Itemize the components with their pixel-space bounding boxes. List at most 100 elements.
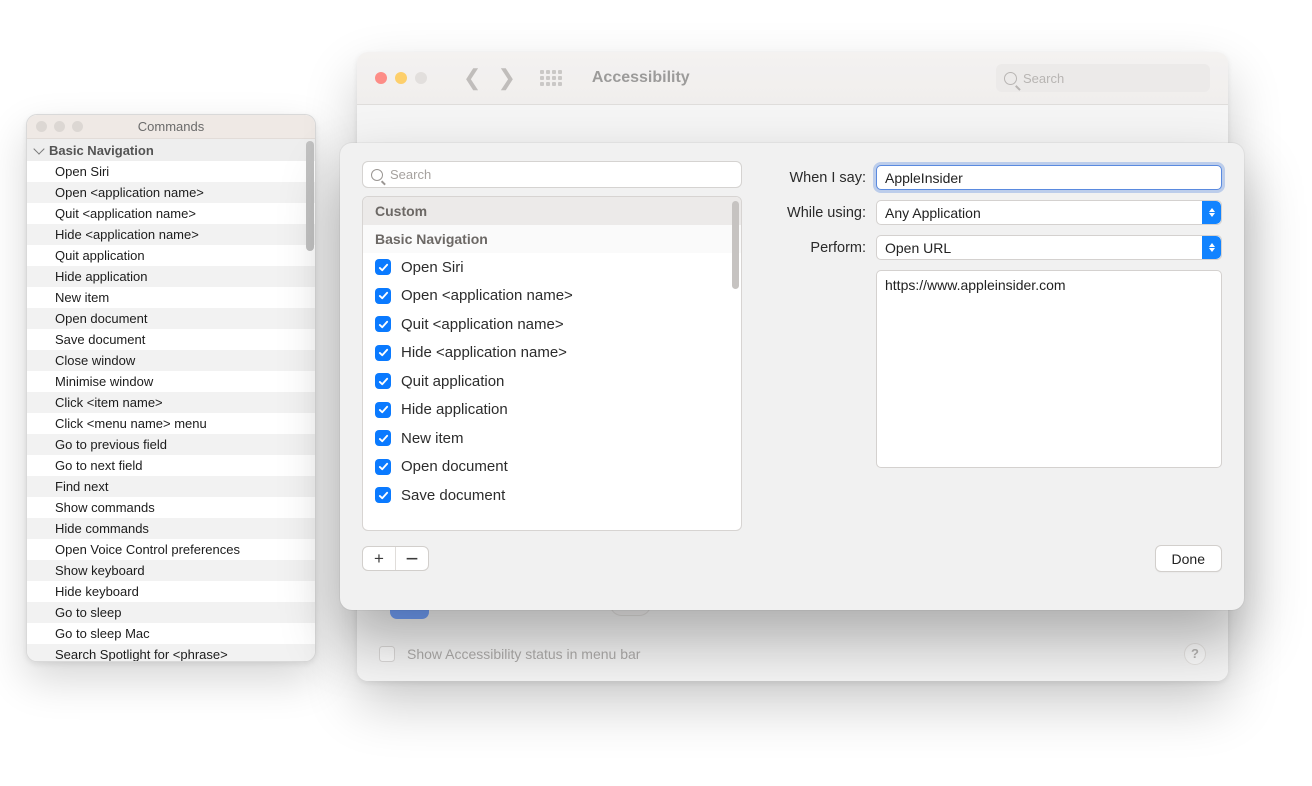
commands-item[interactable]: Hide <application name> <box>27 224 315 245</box>
scrollbar[interactable] <box>732 201 739 289</box>
sheet-command-row[interactable]: Hide application <box>363 396 741 425</box>
commands-group-header[interactable]: Basic Navigation <box>27 139 315 161</box>
perform-label: Perform: <box>760 240 866 256</box>
commands-item[interactable]: Hide application <box>27 266 315 287</box>
sheet-command-label: Hide <application name> <box>401 344 567 361</box>
forward-button[interactable]: ❯ <box>497 67 515 89</box>
sheet-command-label: Open <application name> <box>401 287 573 304</box>
commands-item[interactable]: Open Voice Control preferences <box>27 539 315 560</box>
sheet-command-row[interactable]: Quit application <box>363 367 741 396</box>
commands-list: Open SiriOpen <application name>Quit <ap… <box>27 161 315 661</box>
while-using-label: While using: <box>760 205 866 221</box>
commands-item[interactable]: Save document <box>27 329 315 350</box>
commands-item[interactable]: Quit application <box>27 245 315 266</box>
checkbox-checked-icon[interactable] <box>375 459 391 475</box>
preferences-footer: Show Accessibility status in menu bar ? <box>357 626 1228 681</box>
commands-item[interactable]: Show keyboard <box>27 560 315 581</box>
commands-item[interactable]: Hide keyboard <box>27 581 315 602</box>
sheet-footer: + − Done <box>362 545 1222 572</box>
commands-item[interactable]: Minimise window <box>27 371 315 392</box>
window-title: Accessibility <box>592 69 690 87</box>
sheet-command-label: Save document <box>401 487 505 504</box>
sheet-right-column: When I say: AppleInsider While using: An… <box>760 161 1222 531</box>
checkbox-checked-icon[interactable] <box>375 402 391 418</box>
close-icon[interactable] <box>375 72 387 84</box>
sheet-command-row[interactable]: Hide <application name> <box>363 339 741 368</box>
commands-sheet: Search Custom Basic Navigation Open Siri… <box>340 143 1244 610</box>
sheet-command-label: New item <box>401 430 464 447</box>
sheet-command-label: Quit <application name> <box>401 316 564 333</box>
search-icon <box>371 169 383 181</box>
sheet-command-label: Hide application <box>401 401 508 418</box>
commands-item[interactable]: Go to previous field <box>27 434 315 455</box>
sheet-command-row[interactable]: Open <application name> <box>363 282 741 311</box>
add-remove-group: + − <box>362 546 429 571</box>
toolbar-search-placeholder: Search <box>1023 71 1064 86</box>
while-using-popup[interactable]: Any Application <box>876 200 1222 225</box>
sheet-command-row[interactable]: New item <box>363 424 741 453</box>
search-icon <box>1004 72 1017 85</box>
status-menubar-checkbox[interactable] <box>379 646 395 662</box>
commands-item[interactable]: Click <item name> <box>27 392 315 413</box>
perform-popup[interactable]: Open URL <box>876 235 1222 260</box>
sheet-command-row[interactable]: Open Siri <box>363 253 741 282</box>
checkbox-checked-icon[interactable] <box>375 373 391 389</box>
sheet-command-row[interactable]: Save document <box>363 481 741 510</box>
close-icon[interactable] <box>36 121 47 132</box>
remove-button[interactable]: − <box>396 547 428 570</box>
chevron-down-icon <box>33 143 44 154</box>
commands-body: Basic Navigation Open SiriOpen <applicat… <box>27 139 315 661</box>
popup-arrows-icon <box>1202 201 1221 224</box>
sheet-search-placeholder: Search <box>390 167 431 182</box>
help-button[interactable]: ? <box>1184 643 1206 665</box>
minimize-icon[interactable] <box>54 121 65 132</box>
toolbar-search[interactable]: Search <box>996 64 1210 92</box>
sheet-command-label: Open document <box>401 458 508 475</box>
url-textarea[interactable]: https://www.appleinsider.com <box>876 270 1222 468</box>
commands-item[interactable]: Quit <application name> <box>27 203 315 224</box>
minimize-icon[interactable] <box>395 72 407 84</box>
status-menubar-label: Show Accessibility status in menu bar <box>407 646 640 662</box>
section-basic-navigation[interactable]: Basic Navigation <box>363 225 741 253</box>
commands-item[interactable]: Open document <box>27 308 315 329</box>
checkbox-checked-icon[interactable] <box>375 316 391 332</box>
commands-item[interactable]: Click <menu name> menu <box>27 413 315 434</box>
commands-item[interactable]: Find next <box>27 476 315 497</box>
sheet-search[interactable]: Search <box>362 161 742 188</box>
checkbox-checked-icon[interactable] <box>375 288 391 304</box>
commands-item[interactable]: Go to next field <box>27 455 315 476</box>
popup-arrows-icon <box>1202 236 1221 259</box>
section-custom[interactable]: Custom <box>363 197 741 225</box>
scrollbar[interactable] <box>306 141 314 251</box>
show-all-icon[interactable] <box>540 70 562 86</box>
add-button[interactable]: + <box>363 547 395 570</box>
sheet-left-column: Search Custom Basic Navigation Open Siri… <box>362 161 742 531</box>
sheet-command-label: Quit application <box>401 373 504 390</box>
zoom-icon[interactable] <box>415 72 427 84</box>
sheet-command-row[interactable]: Quit <application name> <box>363 310 741 339</box>
commands-item[interactable]: Go to sleep Mac <box>27 623 315 644</box>
commands-item[interactable]: Close window <box>27 350 315 371</box>
checkbox-checked-icon[interactable] <box>375 259 391 275</box>
commands-item[interactable]: New item <box>27 287 315 308</box>
done-button[interactable]: Done <box>1155 545 1222 572</box>
checkbox-checked-icon[interactable] <box>375 487 391 503</box>
checkbox-checked-icon[interactable] <box>375 345 391 361</box>
zoom-icon[interactable] <box>72 121 83 132</box>
commands-item[interactable]: Hide commands <box>27 518 315 539</box>
commands-window: Commands Basic Navigation Open SiriOpen … <box>26 114 316 662</box>
back-button[interactable]: ❮ <box>463 67 481 89</box>
commands-item[interactable]: Open <application name> <box>27 182 315 203</box>
commands-item[interactable]: Open Siri <box>27 161 315 182</box>
commands-item[interactable]: Show commands <box>27 497 315 518</box>
preferences-toolbar: ❮ ❯ Accessibility Search <box>357 52 1228 105</box>
checkbox-checked-icon[interactable] <box>375 430 391 446</box>
commands-item[interactable]: Go to sleep <box>27 602 315 623</box>
sheet-command-list: Custom Basic Navigation Open Siri Open <a… <box>362 196 742 531</box>
sheet-command-label: Open Siri <box>401 259 464 276</box>
commands-item[interactable]: Search Spotlight for <phrase> <box>27 644 315 661</box>
commands-titlebar[interactable]: Commands <box>27 115 315 139</box>
commands-group-label: Basic Navigation <box>49 143 154 158</box>
when-i-say-input[interactable]: AppleInsider <box>876 165 1222 190</box>
sheet-command-row[interactable]: Open document <box>363 453 741 482</box>
